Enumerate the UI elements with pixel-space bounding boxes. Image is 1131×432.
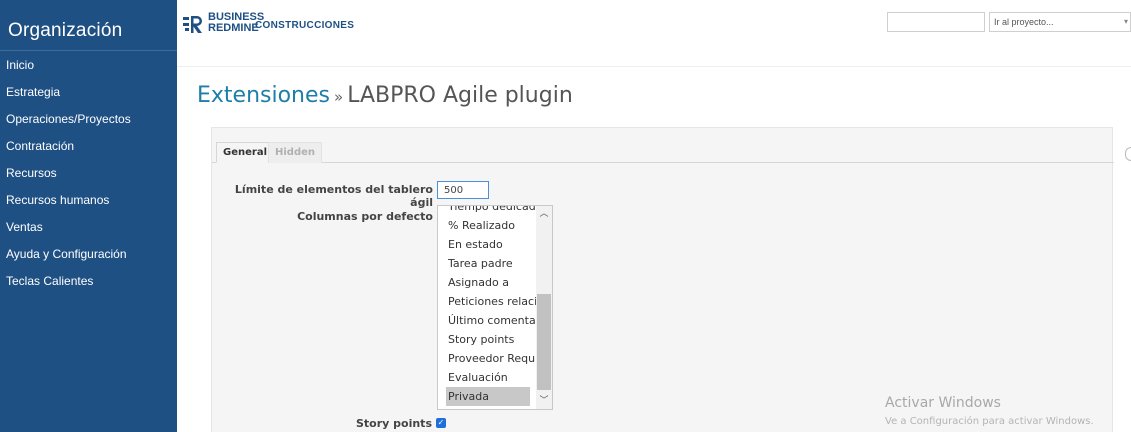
column-option-peticiones-relacionadas[interactable]: Peticiones relacio (448, 292, 538, 311)
top-header: BUSINESS REDMINE CONSTRUCCIONES Ir al pr… (177, 0, 1131, 50)
chevron-up-icon[interactable]: ︿ (536, 206, 552, 222)
tab-general[interactable]: General (216, 142, 274, 163)
sidebar-item-contratacion[interactable]: Contratación (0, 133, 177, 160)
column-option-tiempo-dedicado[interactable]: Tiempo dedicado (448, 206, 538, 216)
chevron-down-icon: ▾ (1123, 17, 1128, 26)
tab-strip-divider (212, 162, 1114, 163)
current-project-name[interactable]: CONSTRUCCIONES (255, 20, 354, 31)
default-columns-label: Columnas por defecto (297, 210, 433, 223)
project-jump-select[interactable]: Ir al proyecto... ▾ (989, 12, 1131, 32)
column-option-story-points[interactable]: Story points (448, 330, 538, 349)
business-redmine-logo-icon[interactable] (182, 13, 204, 35)
settings-panel: General Hidden (211, 127, 1114, 432)
story-points-label: Story points (355, 417, 432, 430)
chevron-down-icon[interactable]: ﹀ (536, 393, 552, 409)
search-input[interactable] (887, 12, 985, 32)
column-option-privada[interactable]: Privada (446, 387, 530, 406)
column-option-en-estado[interactable]: En estado (448, 235, 538, 254)
sidebar-item-ayuda-configuracion[interactable]: Ayuda y Configuración (0, 241, 177, 268)
sidebar-divider (0, 50, 177, 51)
windows-activation-watermark-title: Activar Windows (885, 395, 1001, 411)
board-limit-input[interactable] (437, 181, 489, 199)
sidebar-item-teclas-calientes[interactable]: Teclas Calientes (0, 268, 177, 295)
board-limit-label: Límite de elementos del tablero ágil (234, 183, 433, 209)
project-jump-select-value: Ir al proyecto... (994, 17, 1054, 27)
tab-hidden[interactable]: Hidden (268, 142, 323, 163)
sidebar-menu: Inicio Estrategia Operaciones/Proyectos … (0, 52, 177, 295)
windows-activation-watermark-subtitle: Ve a Configuración para activar Windows. (885, 416, 1094, 427)
column-option-ultimo-comentario[interactable]: Último comentar (448, 311, 538, 330)
default-columns-listbox[interactable]: Tiempo dedicado % Realizado En estado Ta… (437, 205, 553, 410)
sidebar-item-inicio[interactable]: Inicio (0, 52, 177, 79)
breadcrumb-extensions-link[interactable]: Extensiones (197, 83, 330, 108)
story-points-checkbox[interactable]: ✓ (436, 418, 446, 428)
column-option-proveedor-requisito[interactable]: Proveedor Requi: (448, 349, 538, 368)
column-option-evaluacion[interactable]: Evaluación (448, 368, 538, 387)
page-title-current: LABPRO Agile plugin (347, 83, 573, 108)
sidebar-item-estrategia[interactable]: Estrategia (0, 79, 177, 106)
scrollbar-thumb[interactable] (537, 294, 551, 390)
column-option-asignado-a[interactable]: Asignado a (448, 273, 538, 292)
sidebar-item-recursos-humanos[interactable]: Recursos humanos (0, 187, 177, 214)
sidebar-item-recursos[interactable]: Recursos (0, 160, 177, 187)
listbox-scrollbar[interactable]: ︿ ﹀ (536, 206, 552, 409)
sidebar-item-operaciones-proyectos[interactable]: Operaciones/Proyectos (0, 106, 177, 133)
breadcrumb-separator: » (334, 88, 344, 106)
page-title: Extensiones» LABPRO Agile plugin (197, 83, 573, 108)
sidebar-title: Organización (8, 20, 123, 41)
sidebar: Organización Inicio Estrategia Operacion… (0, 0, 177, 432)
header-divider (177, 66, 1131, 67)
column-option-realizado[interactable]: % Realizado (448, 216, 538, 235)
column-option-tarea-padre[interactable]: Tarea padre (448, 254, 538, 273)
checkmark-icon: ✓ (437, 418, 445, 427)
panel-edge-handle (1125, 147, 1131, 161)
sidebar-item-ventas[interactable]: Ventas (0, 214, 177, 241)
